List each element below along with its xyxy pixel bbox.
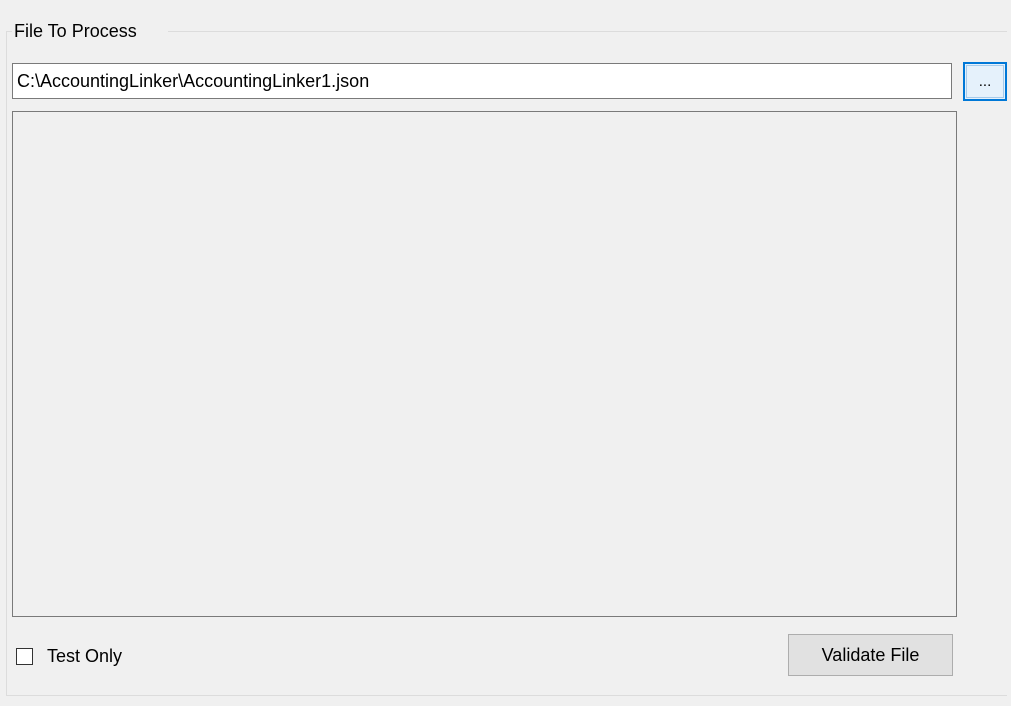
groupbox-border-top-right [168, 31, 1007, 32]
file-to-process-panel: File To Process ... Test Only Validate F… [0, 0, 1011, 706]
file-path-input[interactable] [12, 63, 952, 99]
output-text-area[interactable] [12, 111, 957, 617]
validate-file-button[interactable]: Validate File [788, 634, 953, 676]
browse-button-label: ... [978, 73, 992, 90]
test-only-checkbox[interactable]: Test Only [16, 643, 122, 669]
browse-button[interactable]: ... [963, 62, 1007, 101]
groupbox-border-bottom [6, 695, 1007, 696]
groupbox-title: File To Process [14, 19, 139, 43]
test-only-checkbox-box[interactable] [16, 647, 33, 665]
test-only-label: Test Only [47, 646, 123, 666]
groupbox-border-left [6, 31, 7, 696]
